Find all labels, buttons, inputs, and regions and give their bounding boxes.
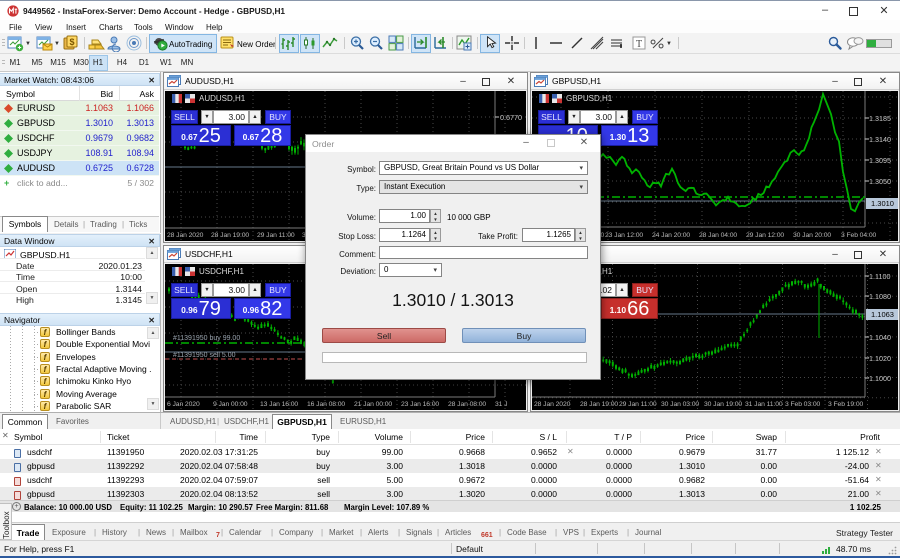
svg-text:T: T xyxy=(636,39,642,50)
svg-text:$: $ xyxy=(69,37,74,47)
